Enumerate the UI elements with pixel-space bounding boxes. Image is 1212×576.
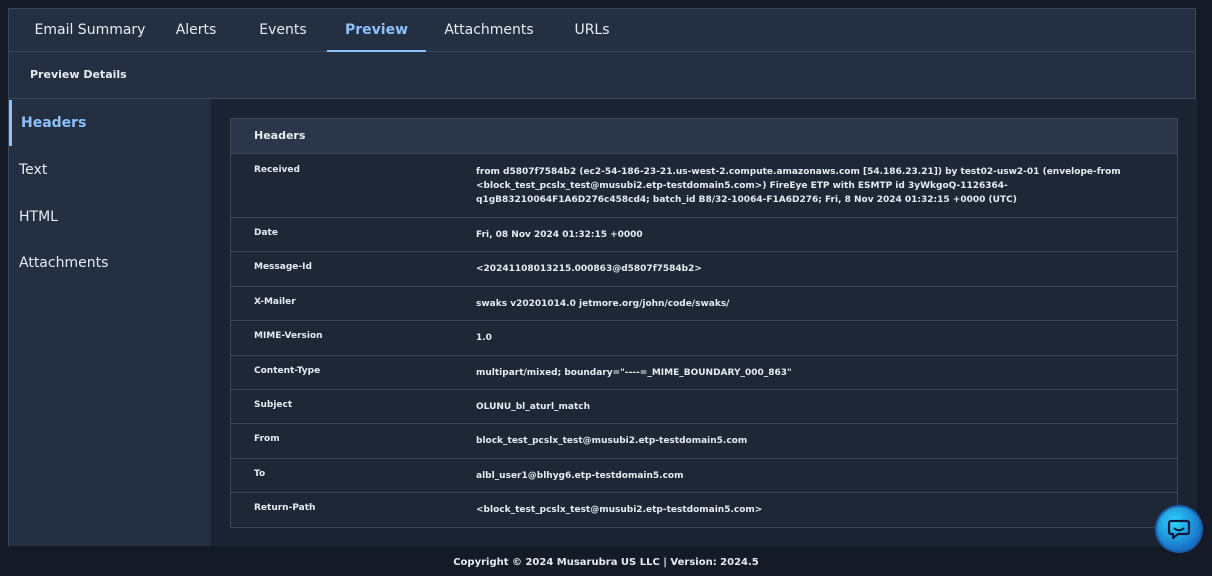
- tab-email-summary[interactable]: Email Summary: [19, 9, 161, 51]
- tab-alerts[interactable]: Alerts: [161, 9, 231, 51]
- header-row-date: Date Fri, 08 Nov 2024 01:32:15 +0000: [231, 218, 1177, 252]
- header-key: Received: [254, 165, 300, 175]
- headers-panel: Headers Received from d5807f7584b2 (ec2-…: [230, 118, 1178, 528]
- header-row-from: From block_test_pcslx_test@musubi2.etp-t…: [231, 424, 1177, 459]
- header-row-x-mailer: X-Mailer swaks v20201014.0 jetmore.org/j…: [231, 287, 1177, 321]
- header-value: swaks v20201014.0 jetmore.org/john/code/…: [476, 299, 730, 309]
- tab-events[interactable]: Events: [231, 9, 335, 51]
- header-key: Date: [254, 228, 278, 238]
- content-area: Headers Received from d5807f7584b2 (ec2-…: [211, 99, 1197, 546]
- tab-preview[interactable]: Preview: [327, 9, 426, 52]
- sidebar-item-headers[interactable]: Headers: [9, 100, 211, 146]
- header-row-to: To albl_user1@blhyg6.etp-testdomain5.com: [231, 459, 1177, 493]
- sidebar-item-text[interactable]: Text: [9, 147, 211, 193]
- header-row-subject: Subject OLUNU_bl_aturl_match: [231, 390, 1177, 424]
- preview-details-header: Preview Details: [9, 52, 1195, 99]
- headers-panel-title: Headers: [231, 119, 1177, 154]
- chat-button[interactable]: [1157, 507, 1201, 551]
- sidebar-item-html[interactable]: HTML: [9, 194, 211, 240]
- tab-bar: Email Summary Alerts Events Preview Atta…: [9, 9, 1195, 52]
- header-value: <block_test_pcslx_test@musubi2.etp-testd…: [476, 505, 763, 515]
- tab-attachments[interactable]: Attachments: [426, 9, 552, 51]
- header-key: MIME-Version: [254, 331, 323, 341]
- header-key: To: [254, 469, 266, 479]
- header-value: albl_user1@blhyg6.etp-testdomain5.com: [476, 471, 684, 481]
- header-row-received: Received from d5807f7584b2 (ec2-54-186-2…: [231, 154, 1177, 218]
- header-row-mime-version: MIME-Version 1.0: [231, 321, 1177, 356]
- header-key: From: [254, 434, 280, 444]
- header-value: multipart/mixed; boundary="----=_MIME_BO…: [476, 368, 792, 378]
- header-value: <20241108013215.000863@d5807f7584b2>: [476, 264, 702, 274]
- header-value: OLUNU_bl_aturl_match: [476, 402, 591, 412]
- header-value: Fri, 08 Nov 2024 01:32:15 +0000: [476, 230, 643, 240]
- sidebar: Headers Text HTML Attachments: [9, 99, 211, 546]
- header-key: Subject: [254, 400, 293, 410]
- header-row-message-id: Message-Id <20241108013215.000863@d5807f…: [231, 252, 1177, 287]
- header-row-content-type: Content-Type multipart/mixed; boundary="…: [231, 356, 1177, 390]
- header-value: 1.0: [476, 333, 492, 343]
- chat-icon: [1167, 519, 1191, 540]
- header-row-return-path: Return-Path <block_test_pcslx_test@musub…: [231, 493, 1177, 528]
- header-key: Message-Id: [254, 262, 312, 272]
- tab-urls[interactable]: URLs: [552, 9, 632, 51]
- page-title: Preview Details: [30, 68, 127, 81]
- footer-copyright: Copyright © 2024 Musarubra US LLC | Vers…: [453, 557, 759, 568]
- header-value: block_test_pcslx_test@musubi2.etp-testdo…: [476, 436, 748, 446]
- header-key: X-Mailer: [254, 297, 296, 307]
- header-value: from d5807f7584b2 (ec2-54-186-23-21.us-w…: [476, 167, 1121, 205]
- header-key: Content-Type: [254, 366, 321, 376]
- main-frame: Email Summary Alerts Events Preview Atta…: [8, 8, 1197, 546]
- header-key: Return-Path: [254, 503, 316, 513]
- sidebar-item-attachments[interactable]: Attachments: [9, 240, 211, 286]
